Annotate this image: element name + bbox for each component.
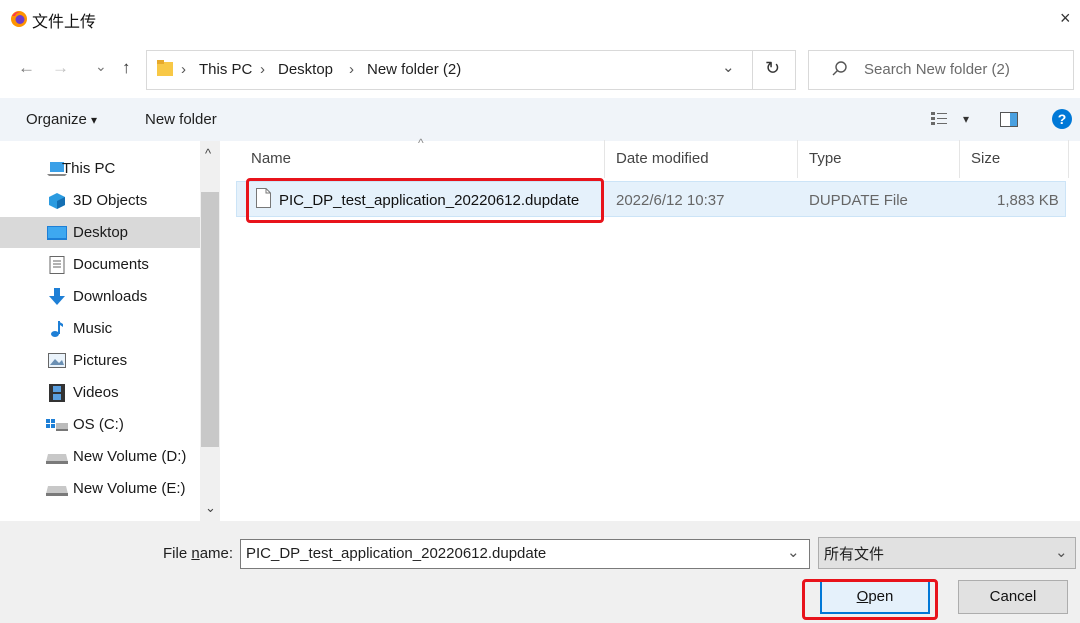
music-icon — [46, 320, 68, 338]
close-icon[interactable]: × — [1060, 8, 1071, 29]
sidebar-item-label: New Volume (D:) — [73, 448, 187, 465]
file-name[interactable]: PIC_DP_test_application_20220612.dupdate — [279, 192, 579, 209]
column-header-type[interactable]: Type — [809, 150, 842, 167]
drive-icon — [46, 480, 68, 498]
preview-pane-icon[interactable] — [1000, 112, 1018, 127]
os-drive-icon — [46, 416, 68, 434]
cancel-button[interactable]: Cancel — [958, 580, 1068, 614]
sidebar-item-label: Music — [73, 320, 113, 337]
back-button[interactable]: ← — [18, 58, 35, 78]
file-name-label: File name: — [163, 545, 234, 562]
sidebar-item-os-c[interactable]: OS (C:) — [0, 409, 200, 440]
cube-icon — [46, 192, 68, 210]
navigation-pane: This PC 3D Objects Desktop Documents Dow… — [0, 141, 220, 521]
sidebar-item-label: 3D Objects — [73, 192, 148, 209]
column-divider[interactable] — [959, 140, 960, 178]
column-header-date-modified[interactable]: Date modified — [616, 150, 709, 167]
sidebar-item-volume-d[interactable]: New Volume (D:) — [0, 441, 200, 472]
sidebar-item-label: Desktop — [73, 224, 129, 241]
search-placeholder: Search New folder (2) — [864, 61, 1010, 78]
forward-button[interactable]: → — [52, 58, 69, 78]
column-divider[interactable] — [1068, 140, 1069, 178]
organize-button[interactable]: Organize ▾ — [26, 111, 97, 128]
sidebar-item-label: New Volume (E:) — [73, 480, 186, 497]
sidebar-item-3d-objects[interactable]: 3D Objects — [0, 185, 200, 216]
drive-icon — [46, 448, 68, 466]
video-icon — [46, 383, 68, 402]
address-dropdown-icon[interactable]: ⌄ — [722, 58, 735, 76]
scroll-down-icon[interactable]: ⌄ — [205, 500, 216, 516]
scroll-up-icon[interactable]: ^ — [205, 146, 211, 161]
sidebar-item-label: OS (C:) — [73, 416, 124, 433]
column-header-name[interactable]: Name — [251, 150, 291, 167]
column-divider[interactable] — [604, 140, 605, 178]
title-bar — [0, 0, 1080, 38]
sidebar-item-downloads[interactable]: Downloads — [0, 281, 200, 312]
sidebar-item-desktop[interactable]: Desktop — [0, 217, 200, 248]
sidebar-item-label: This PC — [62, 160, 116, 177]
view-dropdown-icon[interactable]: ▾ — [963, 112, 969, 126]
column-divider[interactable] — [797, 140, 798, 178]
help-icon[interactable]: ? — [1052, 109, 1072, 129]
breadcrumb-separator: › — [349, 61, 354, 78]
breadcrumb-this-pc[interactable]: This PC — [199, 61, 252, 78]
sidebar-item-label: Pictures — [73, 352, 128, 369]
column-header-size[interactable]: Size — [971, 150, 1000, 167]
sidebar-item-documents[interactable]: Documents — [0, 249, 200, 280]
refresh-icon[interactable]: ↻ — [765, 58, 780, 79]
file-icon — [256, 188, 271, 208]
window-title: 文件上传 — [32, 14, 97, 31]
sidebar-item-label: Videos — [73, 384, 119, 401]
folder-icon — [157, 60, 173, 78]
sidebar-item-volume-e[interactable]: New Volume (E:) — [0, 473, 200, 504]
sidebar-item-pictures[interactable]: Pictures — [0, 345, 200, 376]
document-icon — [46, 255, 68, 274]
breadcrumb-separator: › — [260, 61, 265, 78]
sidebar-item-music[interactable]: Music — [0, 313, 200, 344]
file-name-value: PIC_DP_test_application_20220612.dupdate — [246, 545, 547, 562]
up-button[interactable]: ↑ — [122, 58, 131, 78]
file-name-dropdown-icon[interactable]: ⌄ — [787, 543, 800, 561]
file-type: DUPDATE File — [809, 192, 908, 209]
breadcrumb-new-folder[interactable]: New folder (2) — [367, 61, 461, 78]
search-icon — [832, 60, 848, 78]
recent-locations-button[interactable]: ⌄ — [95, 58, 107, 75]
sort-ascending-icon: ^ — [418, 136, 424, 150]
sidebar-item-label: Documents — [73, 256, 149, 273]
file-date-modified: 2022/6/12 10:37 — [616, 192, 725, 209]
sidebar-scrollbar-thumb[interactable] — [201, 192, 219, 447]
picture-icon — [46, 352, 68, 370]
breadcrumb-separator: › — [181, 61, 186, 78]
organize-label: Organize — [26, 111, 87, 128]
file-type-dropdown-icon[interactable]: ⌄ — [1055, 543, 1068, 561]
caret-down-icon: ▾ — [91, 113, 98, 127]
sidebar-item-this-pc[interactable]: This PC — [0, 153, 200, 184]
new-folder-button[interactable]: New folder — [145, 111, 217, 128]
file-type-value: 所有文件 — [824, 546, 885, 563]
sidebar-item-label: Downloads — [73, 288, 148, 305]
sidebar-item-videos[interactable]: Videos — [0, 377, 200, 408]
firefox-icon — [10, 10, 28, 28]
desktop-icon — [46, 224, 68, 242]
open-button[interactable]: Open — [820, 580, 930, 614]
download-icon — [46, 287, 68, 306]
breadcrumb-desktop[interactable]: Desktop — [278, 61, 333, 78]
view-options-icon[interactable] — [931, 111, 949, 127]
file-size: 1,883 KB — [997, 192, 1059, 209]
